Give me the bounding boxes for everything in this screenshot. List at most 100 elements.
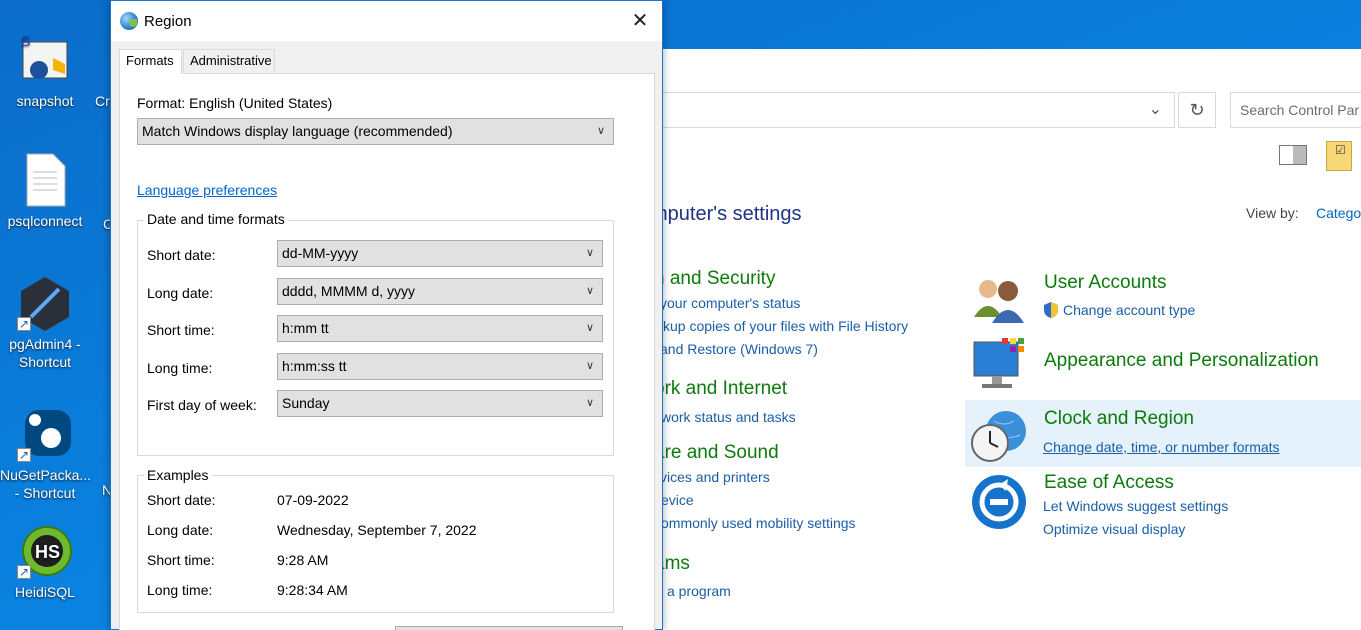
category-link[interactable]: and Restore (Windows 7) [660,341,818,357]
category-link[interactable]: your computer's status [660,295,800,311]
category-link[interactable]: a program [667,583,731,599]
ease-of-access-icon[interactable] [970,473,1028,531]
category-link[interactable]: work status and tasks [661,409,796,425]
example-long-date-value: Wednesday, September 7, 2022 [277,522,477,538]
example-short-date-value: 07-09-2022 [277,492,349,508]
example-short-date-label: Short date: [147,492,216,508]
tab-administrative[interactable]: Administrative [183,49,275,72]
language-preferences-link[interactable]: Language preferences [137,182,277,198]
category-user-accounts[interactable]: User Accounts [1044,272,1167,294]
example-short-time-label: Short time: [147,552,215,568]
close-icon: ✕ [631,10,649,32]
dialog-title: Region [144,13,192,30]
category-network-internet[interactable]: ork and Internet [654,378,787,400]
notes-icon[interactable] [1326,141,1352,171]
uac-shield-icon [1043,301,1059,319]
refresh-icon: ↻ [1189,100,1205,120]
category-link[interactable]: Change account type [1063,302,1195,318]
long-date-label: Long date: [147,285,214,301]
example-long-date-label: Long date: [147,522,214,538]
view-by-label: View by: [1246,205,1299,221]
refresh-button[interactable]: ↻ [1178,92,1216,128]
chevron-down-icon: ∨ [585,322,594,334]
desktop-icon-label: NuGetPacka... - Shortcut [0,467,92,501]
shortcut-arrow-icon [17,315,31,333]
clock-region-icon[interactable] [970,407,1028,465]
page-title: mputer's settings [651,203,802,225]
desktop-icon-label: psqlconnect [7,213,83,229]
first-day-dropdown[interactable]: Sunday ∨ [277,390,603,417]
desktop-icon-pgadmin4[interactable]: pgAdmin4 - Shortcut [0,275,90,371]
date-time-formats-title: Date and time formats [144,211,288,227]
globe-icon [120,12,138,30]
close-button[interactable]: ✕ [618,1,662,41]
category-clock-region[interactable]: Clock and Region [1044,408,1194,430]
svg-text:S: S [21,33,30,49]
tab-formats[interactable]: Formats [119,49,182,74]
desktop-partial-label: Cr [95,93,110,109]
chevron-down-icon: ∨ [585,360,594,372]
pgadmin-icon [17,275,73,333]
long-date-dropdown[interactable]: dddd, MMMM d, yyyy ∨ [277,278,603,305]
long-time-dropdown[interactable]: h:mm:ss tt ∨ [277,353,603,380]
category-link[interactable]: Change date, time, or number formats [1043,439,1280,455]
category-system-security[interactable]: n and Security [654,268,775,290]
desktop-icon-label: HeidiSQL [15,584,75,600]
desktop-icon-label: pgAdmin4 - Shortcut [9,336,81,370]
short-time-label: Short time: [147,322,215,338]
desktop-icon-heidisql[interactable]: HS HeidiSQL [0,523,90,601]
pane-toggle-icon[interactable] [1279,145,1307,165]
first-day-value: Sunday [282,395,330,411]
category-link[interactable]: Let Windows suggest settings [1043,498,1228,514]
shortcut-arrow-icon [17,446,31,464]
short-date-dropdown[interactable]: dd-MM-yyyy ∨ [277,240,603,267]
nuget-icon [17,406,73,464]
category-link[interactable]: ckup copies of your files with File Hist… [656,318,908,334]
long-time-label: Long time: [147,360,213,376]
example-long-time-value: 9:28:34 AM [277,582,348,598]
svg-text:HS: HS [35,542,60,562]
example-long-time-label: Long time: [147,582,213,598]
category-link[interactable]: ommonly used mobility settings [661,515,856,531]
additional-settings-button[interactable] [395,626,623,630]
heidisql-icon: HS [17,523,73,581]
category-appearance[interactable]: Appearance and Personalization [1044,350,1319,372]
user-accounts-icon[interactable] [970,271,1028,329]
chevron-down-icon: ∨ [585,247,594,259]
shortcut-arrow-icon [17,563,31,581]
chevron-down-icon: ∨ [596,125,605,137]
short-date-value: dd-MM-yyyy [282,245,359,261]
view-by-dropdown[interactable]: Catego [1316,205,1361,221]
desktop-icon-label: snapshot [16,93,74,109]
category-link[interactable]: evice [661,492,694,508]
chevron-down-icon: ∨ [585,397,594,409]
example-short-time-value: 9:28 AM [277,552,329,568]
file-icon [17,152,73,208]
format-dropdown-value: Match Windows display language (recommen… [142,123,453,139]
address-bar[interactable]: ⌄ [620,92,1175,128]
format-label: Format: English (United States) [137,95,333,111]
desktop-icon-snapshot[interactable]: S snapshot [0,32,90,110]
long-date-value: dddd, MMMM d, yyyy [282,283,416,299]
category-link[interactable]: Optimize visual display [1043,521,1185,537]
snapshot-icon: S [17,32,73,88]
formats-panel: Format: English (United States) Match Wi… [119,73,655,630]
format-dropdown[interactable]: Match Windows display language (recommen… [137,118,614,145]
category-link[interactable]: vices and printers [660,469,770,485]
category-hardware-sound[interactable]: are and Sound [654,442,779,464]
short-time-dropdown[interactable]: h:mm tt ∨ [277,315,603,342]
first-day-label: First day of week: [147,397,257,413]
desktop-icon-nugetpackage[interactable]: NuGetPacka... - Shortcut [0,406,92,502]
search-input[interactable]: Search Control Par [1230,92,1361,128]
chevron-down-icon[interactable]: ⌄ [1149,99,1162,119]
region-dialog: Region ✕ Formats Administrative Format: … [110,0,663,630]
control-panel-window: ⌄ ↻ Search Control Par mputer's settings… [620,49,1361,630]
appearance-icon[interactable] [970,336,1028,394]
long-time-value: h:mm:ss tt [282,358,347,374]
dialog-titlebar[interactable]: Region ✕ [111,1,662,41]
chevron-down-icon: ∨ [585,285,594,297]
short-date-label: Short date: [147,247,216,263]
category-ease-of-access[interactable]: Ease of Access [1044,472,1174,494]
desktop-icon-psqlconnect[interactable]: psqlconnect [0,152,90,230]
examples-title: Examples [144,467,212,483]
